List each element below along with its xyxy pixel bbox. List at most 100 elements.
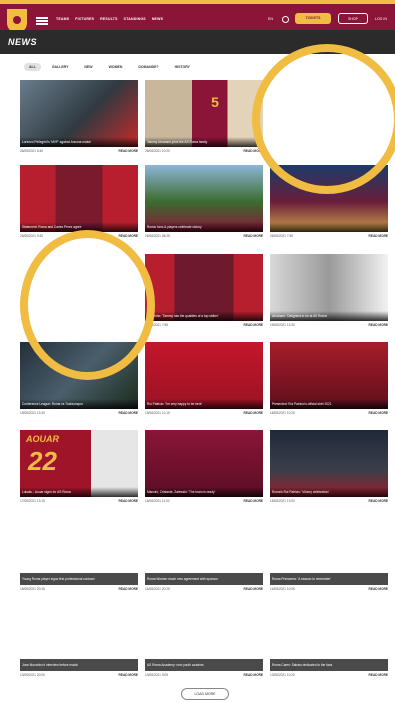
news-card[interactable]: Roma Primavera: 'A season to remember' 1…	[270, 518, 388, 594]
news-caption: Mancini, Cristante, Zalewski: 'The team …	[145, 487, 263, 497]
news-thumbnail[interactable]: Young Roma player signs first profession…	[20, 518, 138, 585]
nav-item-news[interactable]: NEWS	[152, 17, 163, 21]
news-thumbnail[interactable]: Jose Mourinho's interview before match	[20, 604, 138, 671]
read-more-link[interactable]: READ MORE	[119, 411, 138, 415]
news-thumbnail[interactable]: AOUAR 22 Lukaku - Aouar signs for AS Rom…	[20, 430, 138, 497]
news-date: 13/08/2021 20:00	[20, 673, 45, 677]
news-card[interactable]: Jose Mourinho's interview before match 1…	[20, 604, 138, 680]
news-card[interactable]: Roma Women reach new agreement with spon…	[145, 518, 263, 594]
news-thumbnail[interactable]: 5 Tammy Abraham joins the AS Roma family	[145, 80, 263, 147]
nav-item-teams[interactable]: TEAMS	[56, 17, 69, 21]
news-date: 13/08/2021 9:05	[145, 673, 169, 677]
news-card[interactable]: Abraham: 'Delighted to be at AS Roma' 19…	[270, 254, 388, 330]
page-title: NEWS	[8, 37, 37, 47]
read-more-link[interactable]: READ MORE	[369, 587, 388, 591]
login-link[interactable]: LOG IN	[375, 17, 387, 21]
highlight-circle	[20, 230, 155, 380]
read-more-link[interactable]: READ MORE	[119, 234, 138, 238]
news-thumbnail[interactable]: Lorenzo Pellegrini's 'MVP' against Ancon…	[20, 80, 138, 147]
news-date: 26/08/2021 7:55	[270, 234, 294, 238]
news-date: 26/08/2021 10:20	[145, 149, 170, 153]
news-caption: Abraham: 'Delighted to be at AS Roma'	[270, 311, 388, 321]
news-caption: Rui Patricio: 'I'm very happy to be here…	[145, 399, 263, 409]
news-thumbnail[interactable]: AS Roma Academy: new youth coaches	[145, 604, 263, 671]
news-date: 15/08/2021 20:15	[20, 587, 45, 591]
news-caption: Conference League: Roma vs Trabzonspor	[20, 399, 138, 409]
news-card[interactable]: Rui Patricio: 'I'm very happy to be here…	[145, 342, 263, 418]
top-navigation-bar: TEAMS FIXTURES RESULTS STANDINGS NEWS EN…	[0, 0, 395, 35]
player-name-graphic: AOUAR	[26, 434, 59, 444]
news-caption: Roma Cares: Sabato dedicated to the fans	[270, 659, 388, 671]
news-thumbnail[interactable]: Roma Women reach new agreement with spon…	[145, 518, 263, 585]
news-thumbnail[interactable]: Roma Primavera: 'A season to remember'	[270, 518, 388, 585]
news-date: 14/08/2021 20:25	[145, 587, 170, 591]
news-thumbnail[interactable]: Mancini, Cristante, Zalewski: 'The team …	[145, 430, 263, 497]
news-caption: Tammy Abraham joins the AS Roma family	[145, 137, 263, 147]
read-more-link[interactable]: READ MORE	[369, 499, 388, 503]
news-thumbnail[interactable]: Presented: Rui Patricio's official shirt…	[270, 342, 388, 409]
filter-women[interactable]: WOMEN	[104, 63, 128, 71]
nav-item-results[interactable]: RESULTS	[100, 17, 117, 21]
read-more-link[interactable]: READ MORE	[244, 499, 263, 503]
news-card[interactable]: Mancini, Cristante, Zalewski: 'The team …	[145, 430, 263, 506]
search-icon[interactable]	[282, 16, 289, 23]
news-card[interactable]: Presented: Rui Patricio's official shirt…	[270, 342, 388, 418]
news-thumbnail[interactable]: Roma Cares: Sabato dedicated to the fans	[270, 604, 388, 671]
news-card[interactable]: Roma's Rui Patricio: 'Victory celebratio…	[270, 430, 388, 506]
filter-new[interactable]: NEW	[79, 63, 97, 71]
news-date: 16/08/2021 11:00	[145, 499, 170, 503]
read-more-link[interactable]: READ MORE	[244, 234, 263, 238]
read-more-link[interactable]: READ MORE	[369, 673, 388, 677]
read-more-link[interactable]: READ MORE	[244, 323, 263, 327]
news-thumbnail[interactable]: Abraham: 'Delighted to be at AS Roma'	[270, 254, 388, 321]
news-caption: Roma Primavera: 'A season to remember'	[270, 573, 388, 585]
load-more-button[interactable]: LOAD MORE	[181, 688, 229, 700]
read-more-link[interactable]: READ MORE	[119, 499, 138, 503]
news-card[interactable]: Roma Cares: Sabato dedicated to the fans…	[270, 604, 388, 680]
language-selector[interactable]: EN	[268, 17, 273, 21]
news-card[interactable]: Lorenzo Pellegrini's 'MVP' against Ancon…	[20, 80, 138, 156]
jersey-graphic: 5	[205, 94, 225, 128]
filter-tabs: ALL GALLERY NEW WOMEN DOMANDE? HISTORY	[24, 63, 195, 71]
news-thumbnail[interactable]: Rui Patricio: 'I'm very happy to be here…	[145, 342, 263, 409]
nav-item-fixtures[interactable]: FIXTURES	[75, 17, 94, 21]
read-more-link[interactable]: READ MORE	[119, 149, 138, 153]
read-more-link[interactable]: READ MORE	[244, 411, 263, 415]
news-date: 26/08/2021 9:30	[20, 234, 44, 238]
read-more-link[interactable]: READ MORE	[369, 323, 388, 327]
news-date: 16/08/2021 10:25	[270, 411, 295, 415]
filter-history[interactable]: HISTORY	[170, 63, 195, 71]
filter-all[interactable]: ALL	[24, 63, 41, 71]
read-more-link[interactable]: READ MORE	[244, 673, 263, 677]
news-caption: Lorenzo Pellegrini's 'MVP' against Ancon…	[20, 137, 138, 147]
news-thumbnail[interactable]: Roma's Rui Patricio: 'Victory celebratio…	[270, 430, 388, 497]
news-date: 14/08/2021 10:05	[270, 587, 295, 591]
news-caption: Lukaku - Aouar signs for AS Roma	[20, 487, 138, 497]
read-more-link[interactable]: READ MORE	[369, 234, 388, 238]
news-date: 26/08/2021 6:40	[20, 149, 44, 153]
news-date: 19/08/2021 13:30	[20, 411, 45, 415]
filter-domande[interactable]: DOMANDE?	[133, 63, 163, 71]
read-more-link[interactable]: READ MORE	[369, 411, 388, 415]
news-caption: Roma's Rui Patricio: 'Victory celebratio…	[270, 487, 388, 497]
tickets-button[interactable]: TICKETS	[295, 13, 331, 24]
hamburger-menu-icon[interactable]	[36, 17, 48, 25]
read-more-link[interactable]: READ MORE	[244, 587, 263, 591]
read-more-link[interactable]: READ MORE	[119, 587, 138, 591]
news-thumbnail[interactable]: Mourinho: 'Tammy has the qualities of a …	[145, 254, 263, 321]
news-card[interactable]: Young Roma player signs first profession…	[20, 518, 138, 594]
nav-item-standings[interactable]: STANDINGS	[124, 17, 146, 21]
news-card[interactable]: Roma: fans & players celebrate victory 2…	[145, 165, 263, 241]
news-card[interactable]: Mourinho: 'Tammy has the qualities of a …	[145, 254, 263, 330]
highlight-circle	[252, 44, 395, 194]
news-thumbnail[interactable]: Roma: fans & players celebrate victory	[145, 165, 263, 232]
filter-gallery[interactable]: GALLERY	[47, 63, 74, 71]
news-card[interactable]: AOUAR 22 Lukaku - Aouar signs for AS Rom…	[20, 430, 138, 506]
player-number-graphic: 22	[28, 446, 57, 476]
shop-button[interactable]: SHOP	[338, 13, 368, 24]
news-card[interactable]: 5 Tammy Abraham joins the AS Roma family…	[145, 80, 263, 156]
news-thumbnail[interactable]: Statement: Roma and Carles Perez agree	[20, 165, 138, 232]
news-card[interactable]: AS Roma Academy: new youth coaches 13/08…	[145, 604, 263, 680]
read-more-link[interactable]: READ MORE	[119, 673, 138, 677]
news-date: 19/08/2021 13:30	[270, 323, 295, 327]
